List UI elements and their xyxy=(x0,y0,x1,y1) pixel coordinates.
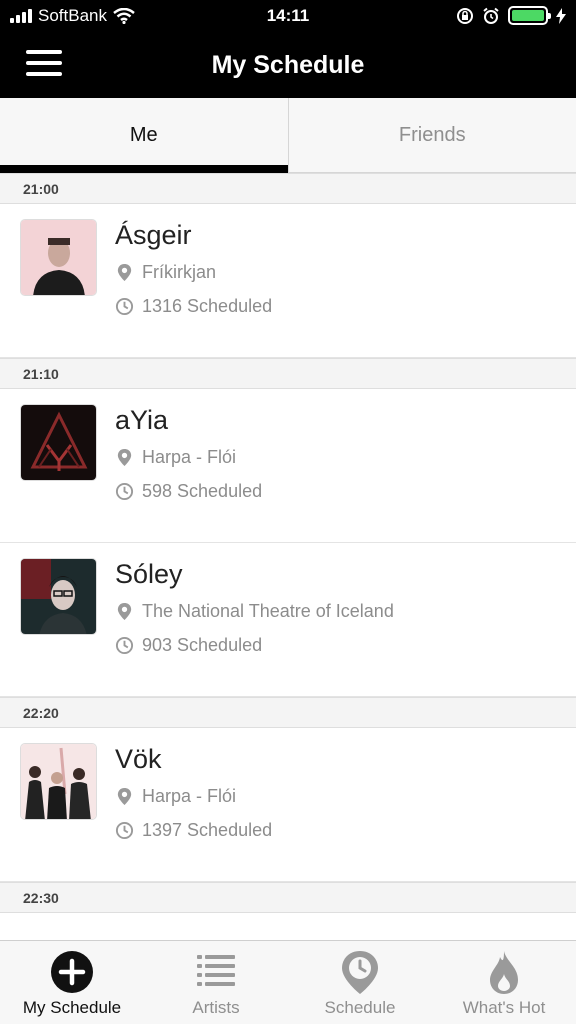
time-header: 22:30 xyxy=(0,882,576,913)
artist-name: aYia xyxy=(115,405,169,435)
location-pin-icon xyxy=(117,787,132,806)
page-title: My Schedule xyxy=(211,51,365,79)
artist-name: Ásgeir xyxy=(115,220,192,250)
list-item[interactable]: aYia Harpa - Flói 598 Scheduled xyxy=(0,389,576,543)
time-header: 22:20 xyxy=(0,697,576,728)
scheduled-count: 1397 Scheduled xyxy=(142,820,273,840)
app-root: SoftBank 14:11 My Schedule Me Friends 21… xyxy=(0,0,576,1024)
plus-circle-icon xyxy=(51,951,93,993)
scheduled-count: 598 Scheduled xyxy=(142,481,263,501)
artist-thumbnail xyxy=(20,743,97,820)
tab-label: Schedule xyxy=(324,998,396,1017)
venue-line: Harpa - Flói xyxy=(115,786,236,807)
tab-my-schedule[interactable]: My Schedule xyxy=(0,941,144,1024)
rotation-lock-icon xyxy=(457,7,473,24)
status-right xyxy=(456,6,566,25)
tab-artists[interactable]: Artists xyxy=(144,941,288,1024)
clock-icon xyxy=(115,482,134,501)
tab-me[interactable]: Me xyxy=(0,98,288,173)
venue-name: Fríkirkjan xyxy=(142,262,217,282)
tab-friends[interactable]: Friends xyxy=(287,98,576,172)
scheduled-count: 903 Scheduled xyxy=(142,635,263,655)
location-pin-icon xyxy=(117,263,132,282)
tab-whats-hot[interactable]: What's Hot xyxy=(432,941,576,1024)
tab-schedule[interactable]: Schedule xyxy=(288,941,432,1024)
time-header: 21:00 xyxy=(0,173,576,204)
scheduled-line: 1316 Scheduled xyxy=(115,296,272,317)
scheduled-line: 1397 Scheduled xyxy=(115,820,272,841)
venue-name: Harpa - Flói xyxy=(142,447,237,467)
segment-tabs: Me Friends xyxy=(0,98,576,173)
clock-pin-icon xyxy=(342,951,378,994)
scheduled-count: 1316 Scheduled xyxy=(142,296,273,316)
battery-level xyxy=(512,10,544,21)
list-icon xyxy=(197,955,235,986)
venue-line: The National Theatre of Iceland xyxy=(115,601,394,622)
location-pin-icon xyxy=(117,602,132,621)
scheduled-line: 903 Scheduled xyxy=(115,635,262,656)
status-bar: SoftBank 14:11 xyxy=(0,0,576,32)
list-item[interactable]: Sóley The National Theatre of Iceland 90… xyxy=(0,543,576,697)
tab-label: What's Hot xyxy=(462,998,546,1017)
venue-name: Harpa - Flói xyxy=(142,786,237,806)
clock-icon xyxy=(115,297,134,316)
list-item[interactable]: Vök Harpa - Flói 1397 Scheduled xyxy=(0,728,576,882)
artist-thumbnail xyxy=(20,404,97,481)
clock-icon xyxy=(115,636,134,655)
charging-bolt-icon xyxy=(556,7,566,24)
artist-thumbnail xyxy=(20,219,97,296)
tab-label: Artists xyxy=(192,998,240,1017)
bottom-tab-bar: My Schedule Artists Schedule What's Hot xyxy=(0,940,576,1024)
venue-line: Fríkirkjan xyxy=(115,262,216,283)
tab-label: My Schedule xyxy=(22,998,122,1017)
venue-line: Harpa - Flói xyxy=(115,447,236,468)
artist-name: Vök xyxy=(115,744,162,774)
alarm-icon xyxy=(483,7,499,24)
list-item[interactable]: Ásgeir Fríkirkjan 1316 Scheduled xyxy=(0,204,576,358)
clock-icon xyxy=(115,821,134,840)
battery-icon xyxy=(508,6,551,25)
artist-name: Sóley xyxy=(115,559,183,589)
time-header: 21:10 xyxy=(0,358,576,389)
nav-bar: My Schedule xyxy=(0,32,576,98)
flame-icon xyxy=(490,951,518,994)
artist-thumbnail xyxy=(20,558,97,635)
scheduled-line: 598 Scheduled xyxy=(115,481,262,502)
location-pin-icon xyxy=(117,448,132,467)
venue-name: The National Theatre of Iceland xyxy=(142,601,394,621)
schedule-list[interactable]: 21:00 Ásgeir Fríkirkjan 1316 Scheduled 2… xyxy=(0,173,576,940)
